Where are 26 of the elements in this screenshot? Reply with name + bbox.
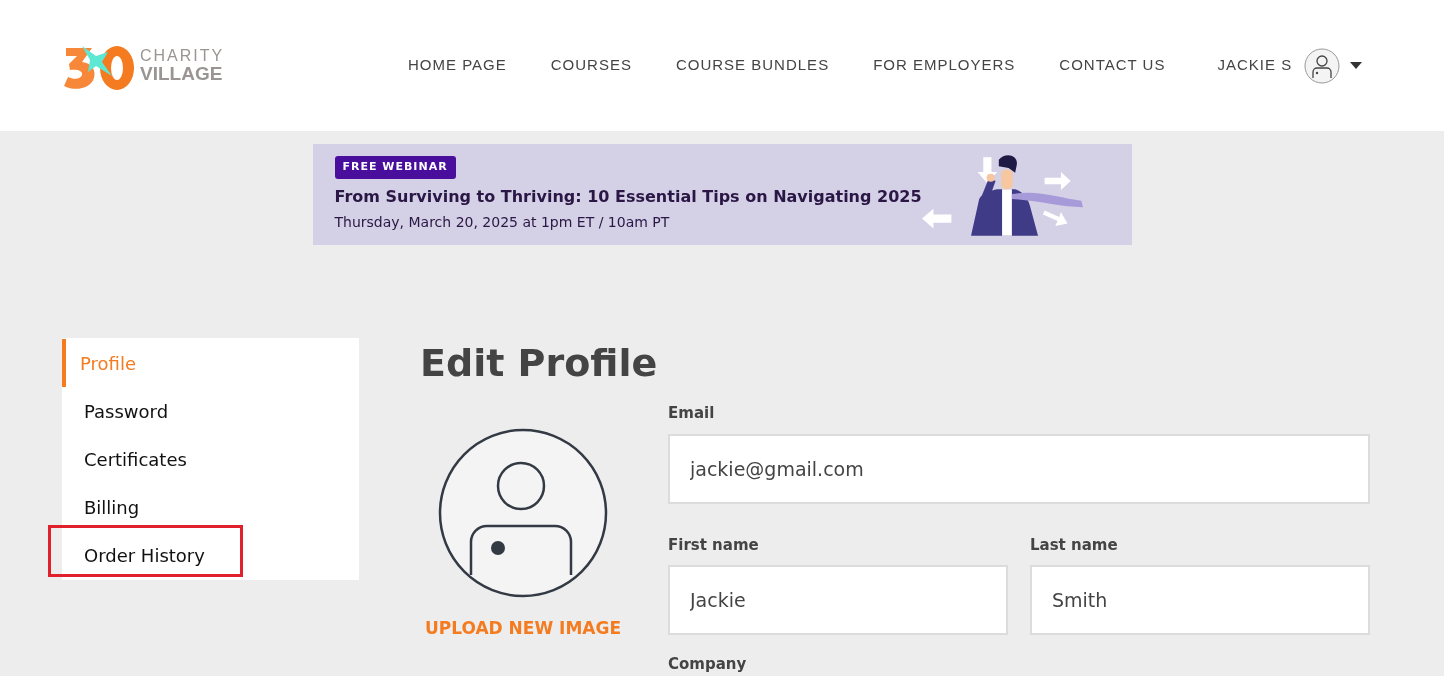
user-name[interactable]: JACKIE S bbox=[1217, 54, 1293, 77]
nav-link[interactable]: COURSES bbox=[550, 54, 632, 77]
nav-link[interactable]: COURSE BUNDLES bbox=[675, 54, 830, 77]
field-label: First name bbox=[668, 534, 760, 556]
field-label: Email bbox=[668, 403, 716, 424]
webinar-badge: FREE WEBINAR bbox=[334, 156, 456, 179]
nav-link[interactable]: FOR EMPLOYERS bbox=[873, 54, 1016, 77]
nav-link[interactable]: HOME PAGE bbox=[408, 54, 507, 77]
caret-icon[interactable] bbox=[1350, 62, 1363, 69]
avatar-icon[interactable] bbox=[1304, 47, 1341, 84]
input-field[interactable]: Smith bbox=[1030, 565, 1370, 635]
banner-title: From Surviving to Thriving: 10 Essential Tips on Navigating 2025 bbox=[334, 185, 922, 208]
logo-text: CHARITY bbox=[140, 48, 225, 64]
sidebar-item[interactable]: Password bbox=[62, 387, 359, 435]
nav-link[interactable]: CONTACT US bbox=[1059, 54, 1166, 77]
sidebar-item[interactable]: Certificates bbox=[62, 435, 359, 483]
avatar-icon[interactable] bbox=[438, 428, 608, 598]
field-label: Company bbox=[668, 654, 748, 675]
page-title: Edit Profile bbox=[420, 344, 659, 382]
field-label: Last name bbox=[1030, 534, 1119, 556]
banner-subtitle: Thursday, March 20, 2025 at 1pm ET / 10am PT bbox=[334, 212, 671, 232]
input-field[interactable]: jackie@gmail.com bbox=[668, 433, 1370, 504]
sidebar-item[interactable]: Billing bbox=[62, 483, 359, 531]
sidebar-item[interactable]: Order History bbox=[62, 531, 359, 579]
webinar-banner[interactable]: FREE WEBINAR From Surviving to Thriving: 10 Essential Tips on Navigating 2025 Thursday, March 20, 2025 at 1pm ET / 10am PT bbox=[312, 144, 1132, 245]
logo-text: VILLAGE bbox=[140, 64, 224, 83]
